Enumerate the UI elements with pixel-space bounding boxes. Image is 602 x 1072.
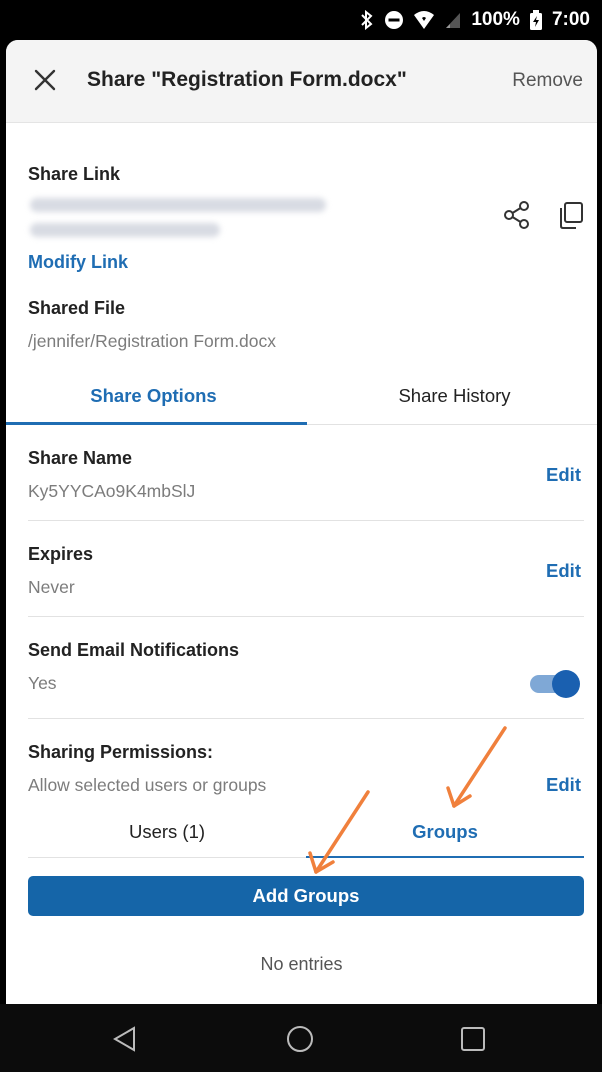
clock-time: 7:00 [551,9,590,30]
recents-icon[interactable] [458,1024,488,1054]
edit-share-name-button[interactable]: Edit [546,464,581,486]
email-notifications-value: Yes [28,673,57,693]
tab-share-options[interactable]: Share Options [6,370,301,424]
divider [28,520,584,521]
email-notifications-toggle[interactable] [530,670,580,698]
shared-file-label: Shared File [28,298,126,318]
empty-state-text: No entries [260,954,343,974]
tab-users[interactable]: Users (1) [28,808,306,858]
divider [28,718,584,719]
share-name-value: Ky5YYCAo9K4mbSlJ [28,481,196,501]
edit-expires-button[interactable]: Edit [546,560,581,582]
active-subtab-indicator [306,856,584,858]
wifi-icon [413,10,435,30]
status-bar: 100% 7:00 [0,0,602,40]
toggle-knob [552,670,580,698]
back-icon[interactable] [110,1024,140,1054]
active-tab-indicator [6,422,307,425]
expires-value: Never [28,577,75,597]
do-not-disturb-icon [384,10,404,30]
tab-share-history[interactable]: Share History [307,370,597,424]
page-title: Share "Registration Form.docx" [87,68,407,91]
share-link-url-redacted-2 [30,223,220,237]
home-icon[interactable] [285,1024,315,1054]
share-link-label: Share Link [28,164,121,184]
status-icons: 100% 7:00 [359,9,590,31]
share-header: Share "Registration Form.docx" Remove [6,40,597,123]
shared-file-path: /jennifer/Registration Form.docx [28,331,277,351]
edit-permissions-button[interactable]: Edit [546,774,581,796]
close-icon[interactable] [32,67,58,93]
copy-icon[interactable] [556,200,586,230]
share-name-label: Share Name [28,448,133,468]
sharing-permissions-value: Allow selected users or groups [28,775,267,795]
signal-icon [444,10,462,30]
share-sheet: Share "Registration Form.docx" Remove Sh… [6,40,597,1004]
email-notifications-label: Send Email Notifications [28,640,240,660]
share-icon[interactable] [502,200,532,230]
permission-subtabs: Users (1) Groups [28,808,584,858]
add-groups-button[interactable]: Add Groups [28,876,584,916]
expires-label: Expires [28,544,94,564]
remove-button[interactable]: Remove [512,70,583,92]
battery-icon [529,10,543,30]
tab-groups[interactable]: Groups [306,808,584,858]
bluetooth-icon [359,10,375,30]
share-tabs: Share Options Share History [6,370,597,425]
sharing-permissions-label: Sharing Permissions: [28,742,214,762]
modify-link-button[interactable]: Modify Link [28,252,128,273]
share-link-url-redacted [30,198,326,212]
divider [28,616,584,617]
battery-percent: 100% [471,9,520,30]
android-nav-bar [0,1004,602,1072]
